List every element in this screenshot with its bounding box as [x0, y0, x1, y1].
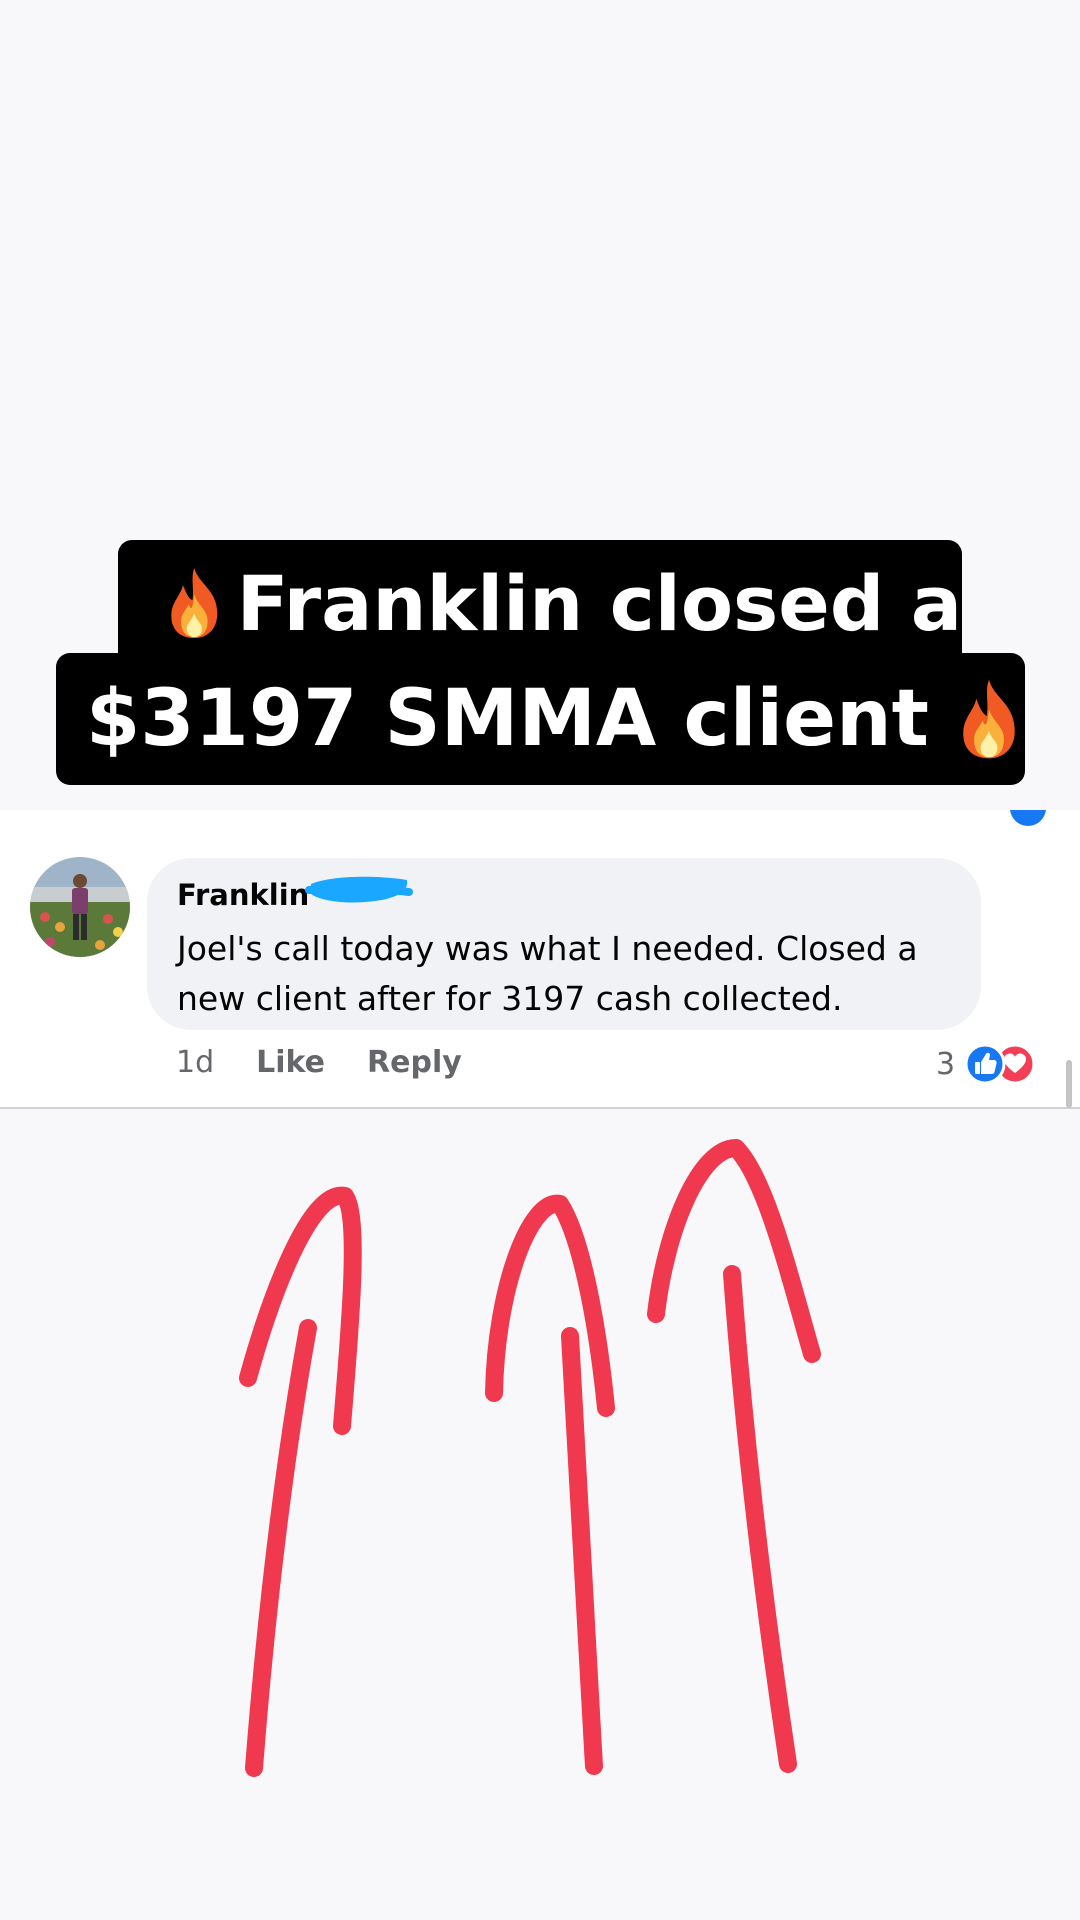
arrow-3: [723, 1265, 797, 1773]
like-button[interactable]: Like: [256, 1045, 325, 1080]
reply-button[interactable]: Reply: [367, 1045, 462, 1080]
arrow-1: [245, 1319, 317, 1777]
headline-line-2: $3197 SMMA client: [56, 653, 1025, 785]
comment-timestamp: 1d: [176, 1045, 215, 1080]
headline-line-1: Franklin closed a: [118, 540, 962, 666]
like-icon: [964, 1043, 1006, 1085]
comment-author[interactable]: Franklin: [177, 878, 309, 912]
reaction-icons: [964, 1043, 1036, 1085]
reaction-summary[interactable]: 3: [936, 1042, 1039, 1086]
comment-text: Joel's call today was what I needed. Clo…: [177, 929, 918, 1018]
redaction-scribble: [305, 876, 413, 903]
headline-text-1: Franklin closed a: [236, 558, 962, 648]
arrows-drawing: [239, 1139, 821, 1777]
comment-card: Franklin Joel's call today was what I ne…: [0, 810, 1080, 1109]
arrow-head-2: [485, 1194, 615, 1417]
avatar-photo: [30, 857, 130, 957]
reaction-count: 3: [936, 1046, 956, 1082]
arrow-2: [561, 1327, 603, 1775]
scrollbar[interactable]: [1066, 1060, 1072, 1108]
comment-actions: 1d Like Reply: [176, 1045, 504, 1080]
comment-bubble: Franklin Joel's call today was what I ne…: [147, 858, 981, 1030]
avatar[interactable]: [30, 857, 130, 957]
cropped-reaction-icon: [1010, 810, 1046, 826]
fire-emoji-icon: [963, 679, 1015, 759]
fire-emoji-icon: [171, 567, 218, 639]
headline-text-2: $3197 SMMA client: [86, 674, 929, 764]
